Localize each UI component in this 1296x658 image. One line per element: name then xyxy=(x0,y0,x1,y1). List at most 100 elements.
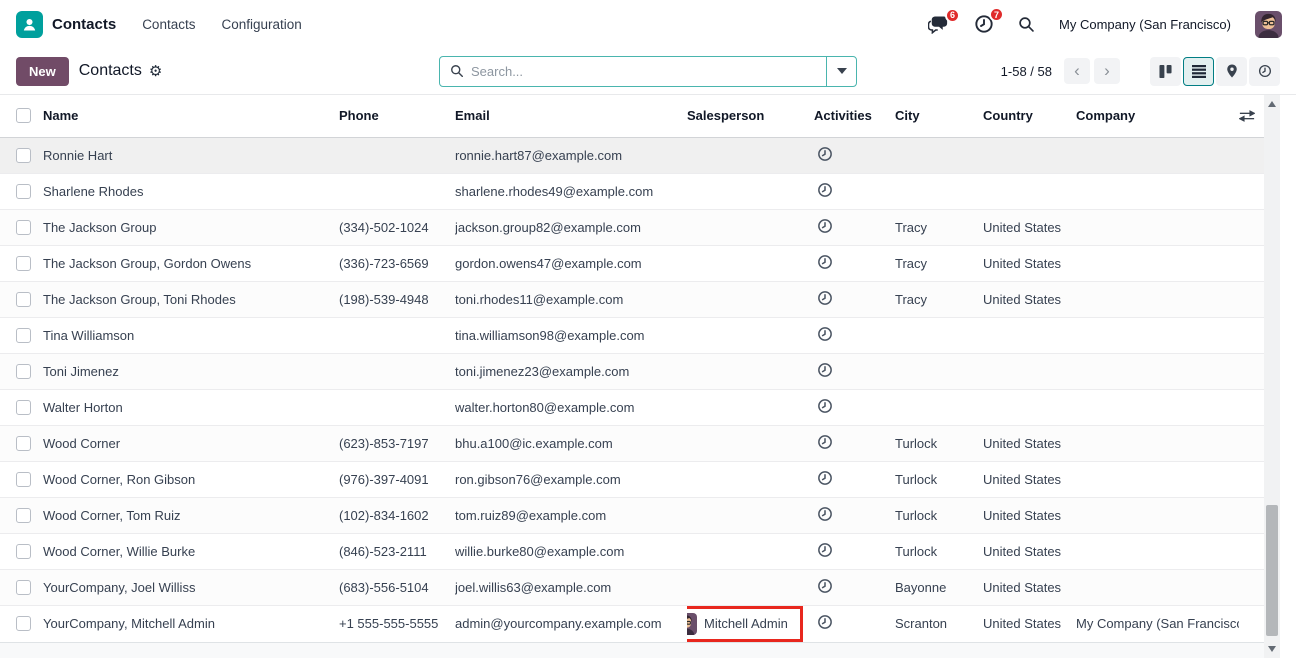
select-all-checkbox[interactable] xyxy=(16,108,31,123)
activity-clock-icon[interactable] xyxy=(817,506,833,522)
row-checkbox[interactable] xyxy=(16,220,31,235)
activity-clock-icon[interactable] xyxy=(817,434,833,450)
scroll-up-arrow-icon[interactable] xyxy=(1268,101,1276,107)
header-company[interactable]: Company xyxy=(1064,95,1239,137)
row-checkbox[interactable] xyxy=(16,400,31,415)
optional-columns-icon[interactable] xyxy=(1239,109,1264,123)
header-phone[interactable]: Phone xyxy=(339,95,455,137)
contacts-app-icon[interactable] xyxy=(16,11,43,38)
cell-country xyxy=(971,137,1064,173)
row-checkbox[interactable] xyxy=(16,436,31,451)
header-salesperson[interactable]: Salesperson xyxy=(687,95,803,137)
row-checkbox[interactable] xyxy=(16,508,31,523)
scroll-down-arrow-icon[interactable] xyxy=(1268,646,1276,652)
activity-clock-icon[interactable] xyxy=(817,470,833,486)
row-checkbox[interactable] xyxy=(16,544,31,559)
cell-company xyxy=(1064,245,1239,281)
table-row[interactable]: Walter Horton walter.horton80@example.co… xyxy=(0,389,1264,425)
breadcrumb-title[interactable]: Contacts xyxy=(79,62,142,80)
table-row[interactable]: Wood Corner, Ron Gibson (976)-397-4091 r… xyxy=(0,461,1264,497)
company-switcher[interactable]: My Company (San Francisco) xyxy=(1059,17,1231,32)
search-box xyxy=(439,56,857,87)
activity-clock-icon[interactable] xyxy=(817,254,833,270)
row-checkbox[interactable] xyxy=(16,580,31,595)
kanban-view-button[interactable] xyxy=(1150,57,1181,86)
table-row[interactable]: YourCompany, Joel Williss (683)-556-5104… xyxy=(0,569,1264,605)
cell-phone xyxy=(339,173,455,209)
header-name[interactable]: Name xyxy=(43,95,339,137)
activity-view-button[interactable] xyxy=(1249,57,1280,86)
table-row[interactable]: Sharlene Rhodes sharlene.rhodes49@exampl… xyxy=(0,173,1264,209)
cell-company xyxy=(1064,317,1239,353)
table-row[interactable]: The Jackson Group (334)-502-1024 jackson… xyxy=(0,209,1264,245)
activity-clock-icon[interactable] xyxy=(817,182,833,198)
pager-next-button[interactable]: › xyxy=(1094,58,1120,84)
header-city[interactable]: City xyxy=(883,95,971,137)
scrollbar-thumb[interactable] xyxy=(1266,505,1278,636)
table-row[interactable]: Ronnie Hart ronnie.hart87@example.com xyxy=(0,137,1264,173)
cell-email: jackson.group82@example.com xyxy=(455,209,687,245)
table-row[interactable]: The Jackson Group, Gordon Owens (336)-72… xyxy=(0,245,1264,281)
cell-company xyxy=(1064,137,1239,173)
action-menu-gear-icon[interactable]: ⚙ xyxy=(149,64,162,79)
cell-city: Scranton xyxy=(883,605,971,642)
map-view-button[interactable] xyxy=(1216,57,1247,86)
vertical-scrollbar[interactable] xyxy=(1264,95,1280,658)
header-email[interactable]: Email xyxy=(455,95,687,137)
activity-clock-icon[interactable] xyxy=(817,218,833,234)
row-checkbox[interactable] xyxy=(16,148,31,163)
cell-company xyxy=(1064,173,1239,209)
cell-country xyxy=(971,353,1064,389)
cell-city xyxy=(883,353,971,389)
row-checkbox[interactable] xyxy=(16,616,31,631)
search-input[interactable] xyxy=(471,57,826,86)
header-activities[interactable]: Activities xyxy=(803,95,883,137)
activity-clock-icon[interactable] xyxy=(817,362,833,378)
table-row[interactable]: YourCompany, Mitchell Admin +1 555-555-5… xyxy=(0,605,1264,642)
cell-company xyxy=(1064,389,1239,425)
activity-clock-icon[interactable] xyxy=(817,326,833,342)
cell-country: United States xyxy=(971,461,1064,497)
cell-email: ronnie.hart87@example.com xyxy=(455,137,687,173)
menu-configuration[interactable]: Configuration xyxy=(221,17,301,32)
activity-clock-icon[interactable] xyxy=(817,398,833,414)
table-row[interactable]: Toni Jimenez toni.jimenez23@example.com xyxy=(0,353,1264,389)
cell-phone: (683)-556-5104 xyxy=(339,569,455,605)
table-row[interactable]: Tina Williamson tina.williamson98@exampl… xyxy=(0,317,1264,353)
user-avatar[interactable] xyxy=(1255,11,1282,38)
messages-button[interactable]: 6 xyxy=(928,15,950,34)
activity-clock-icon[interactable] xyxy=(817,542,833,558)
salesperson-badge[interactable]: Mitchell Admin xyxy=(687,606,803,642)
list-view-button[interactable] xyxy=(1183,57,1214,86)
row-checkbox[interactable] xyxy=(16,328,31,343)
activity-clock-icon[interactable] xyxy=(817,146,833,162)
cell-country xyxy=(971,389,1064,425)
activity-clock-icon[interactable] xyxy=(817,614,833,630)
row-checkbox[interactable] xyxy=(16,292,31,307)
pager-previous-button[interactable]: ‹ xyxy=(1064,58,1090,84)
footer-strip xyxy=(0,642,1264,658)
activity-clock-icon[interactable] xyxy=(817,290,833,306)
new-button[interactable]: New xyxy=(16,57,69,86)
row-checkbox[interactable] xyxy=(16,256,31,271)
activity-clock-icon[interactable] xyxy=(817,578,833,594)
table-row[interactable]: Wood Corner, Willie Burke (846)-523-2111… xyxy=(0,533,1264,569)
row-checkbox[interactable] xyxy=(16,472,31,487)
app-title[interactable]: Contacts xyxy=(52,16,116,33)
table-row[interactable]: The Jackson Group, Toni Rhodes (198)-539… xyxy=(0,281,1264,317)
cell-phone: (336)-723-6569 xyxy=(339,245,455,281)
table-row[interactable]: Wood Corner (623)-853-7197 bhu.a100@ic.e… xyxy=(0,425,1264,461)
global-search-button[interactable] xyxy=(1018,16,1035,33)
row-checkbox[interactable] xyxy=(16,364,31,379)
cell-company xyxy=(1064,461,1239,497)
activities-button[interactable]: 7 xyxy=(974,14,994,34)
list-view-content: Name Phone Email Salesperson Activities … xyxy=(0,95,1296,658)
cell-email: toni.rhodes11@example.com xyxy=(455,281,687,317)
view-switcher xyxy=(1150,57,1280,86)
cell-phone xyxy=(339,389,455,425)
row-checkbox[interactable] xyxy=(16,184,31,199)
table-row[interactable]: Wood Corner, Tom Ruiz (102)-834-1602 tom… xyxy=(0,497,1264,533)
search-dropdown-toggle[interactable] xyxy=(826,57,856,86)
header-country[interactable]: Country xyxy=(971,95,1064,137)
menu-contacts[interactable]: Contacts xyxy=(142,17,195,32)
